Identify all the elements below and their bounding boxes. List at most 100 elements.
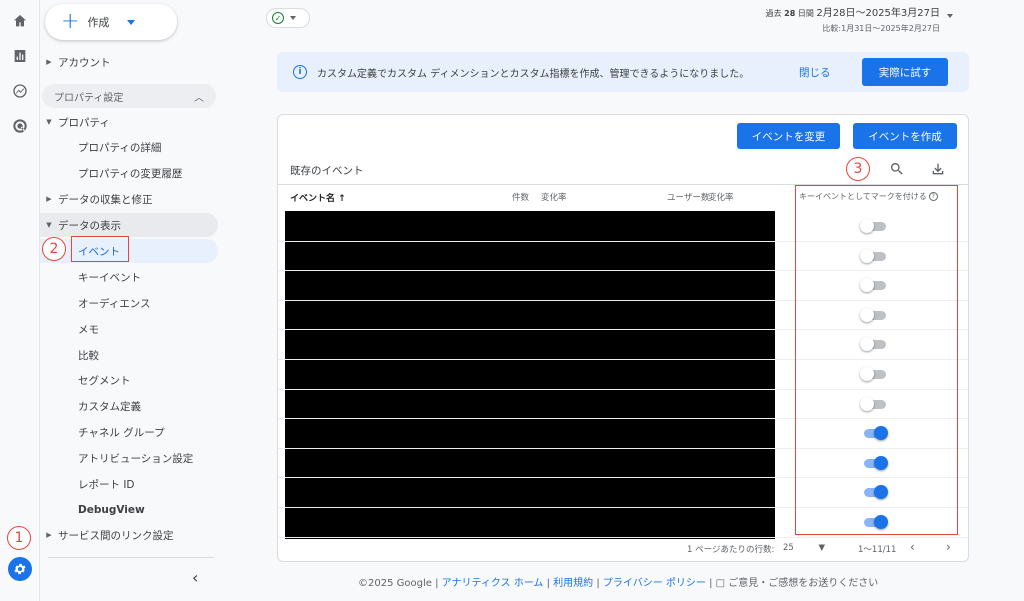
sidebar-item-account[interactable]: ▶ アカウント xyxy=(40,50,218,74)
rows-per-page-label: 1 ページあたりの行数: xyxy=(687,545,775,555)
sidebar-item-service-links[interactable]: ▶ サービス間のリンク設定 xyxy=(40,523,218,547)
sidebar-item-report-id[interactable]: レポート ID xyxy=(40,472,218,496)
sidebar-item-label: セグメント xyxy=(78,374,131,387)
rows-per-page-value: 25 xyxy=(783,543,794,553)
sidebar-item-custom-definitions[interactable]: カスタム定義 xyxy=(40,394,218,418)
pagination-range: 1～11/11 xyxy=(858,545,897,555)
chevron-down-icon xyxy=(290,16,296,20)
date-range-picker[interactable]: 過去 28 日間 2月28日～2025年3月27日 比較:1月31日～2025年… xyxy=(766,4,940,34)
create-button[interactable]: + 作成 xyxy=(45,4,177,40)
search-icon[interactable] xyxy=(889,161,907,179)
chevron-up-icon: ︿ xyxy=(194,92,204,104)
highlight-box-events xyxy=(71,236,129,262)
banner-close-button[interactable]: 閉じる xyxy=(799,65,831,80)
section-label: プロパティ設定 xyxy=(54,92,124,104)
feedback-label: ご意見・ご感想をお送りください xyxy=(728,578,879,589)
date-range: 2月28日～2025年3月27日 xyxy=(816,8,940,19)
sidebar-item-debugview[interactable]: DebugView xyxy=(40,498,218,522)
sidebar-item-events[interactable]: イベント xyxy=(40,239,218,263)
comparison-chip[interactable]: ✓ xyxy=(266,8,310,28)
try-it-button[interactable]: 実際に試す xyxy=(862,58,948,86)
date-days: 28 xyxy=(784,9,796,18)
previous-page-icon[interactable]: ‹ xyxy=(910,540,915,554)
sidebar-item-label: データの収集と修正 xyxy=(58,193,153,206)
expand-icon: ▶ xyxy=(46,58,52,66)
copyright: ©2025 Google | xyxy=(358,578,439,589)
home-icon[interactable] xyxy=(11,12,29,30)
info-banner: i カスタム定義でカスタム ディメンションとカスタム指標を作成、管理できるように… xyxy=(277,52,969,92)
redacted-area xyxy=(285,211,775,539)
sidebar-item-key-events[interactable]: キーイベント xyxy=(40,265,218,289)
terms-link[interactable]: 利用規約 xyxy=(553,578,593,589)
column-header-change-rate[interactable]: 変化率 xyxy=(541,191,567,203)
sidebar-item-label: プロパティ xyxy=(58,116,110,129)
sidebar-item-audiences[interactable]: オーディエンス xyxy=(40,291,218,315)
compare-range: 比較:1月31日～2025年2月27日 xyxy=(822,24,940,33)
sidebar-item-notes[interactable]: メモ xyxy=(40,317,218,341)
modify-event-button[interactable]: イベントを変更 xyxy=(737,123,840,149)
divider xyxy=(48,557,214,558)
sidebar-item-label: アトリビューション設定 xyxy=(78,452,194,465)
expand-icon: ▶ xyxy=(46,195,52,203)
property-settings-header[interactable]: プロパティ設定 ︿ xyxy=(42,84,216,108)
card-title: 既存のイベント xyxy=(290,165,364,177)
collapse-icon: ▼ xyxy=(46,221,52,229)
sidebar-item-property-details[interactable]: プロパティの詳細 xyxy=(40,135,218,159)
feedback-link[interactable]: □ ご意見・ご感想をお送りください xyxy=(716,578,879,589)
next-page-icon[interactable]: › xyxy=(946,540,951,554)
rows-per-page-select[interactable]: 25 ▼ xyxy=(783,543,825,553)
column-header-count[interactable]: 件数 xyxy=(512,191,529,203)
privacy-link[interactable]: プライバシー ポリシー xyxy=(603,578,706,589)
sidebar-item-comparison[interactable]: 比較 xyxy=(40,343,218,367)
sidebar-item-label: アカウント xyxy=(58,56,111,69)
banner-message: カスタム定義でカスタム ディメンションとカスタム指標を作成、管理できるようになり… xyxy=(317,68,750,80)
sidebar-item-label: DebugView xyxy=(78,504,145,516)
sidebar-item-label: プロパティの変更履歴 xyxy=(78,167,183,180)
sidebar-item-label: カスタム定義 xyxy=(78,400,141,413)
sidebar: + 作成 ▶ アカウント プロパティ設定 ︿ ▼ プロパティ プロパティの詳細 … xyxy=(40,0,224,601)
date-prefix: 過去 xyxy=(765,9,782,18)
download-icon[interactable] xyxy=(930,161,948,179)
sidebar-item-label: サービス間のリンク設定 xyxy=(58,529,174,542)
date-unit: 日間 xyxy=(797,9,814,18)
info-icon: i xyxy=(293,65,307,79)
create-event-button[interactable]: イベントを作成 xyxy=(853,123,957,149)
gear-icon[interactable] xyxy=(8,557,32,581)
sidebar-item-label: データの表示 xyxy=(58,219,121,232)
annotation-3: 3 xyxy=(846,157,870,181)
sidebar-item-segments[interactable]: セグメント xyxy=(40,368,218,392)
collapse-sidebar-icon[interactable]: ‹ xyxy=(192,568,198,587)
sidebar-item-label: プロパティの詳細 xyxy=(78,141,162,154)
column-header-event-name[interactable]: イベント名 ↑ xyxy=(290,191,346,204)
separator: | xyxy=(709,578,713,589)
sidebar-item-label: メモ xyxy=(78,323,99,336)
plus-icon: + xyxy=(61,9,80,34)
reports-icon[interactable] xyxy=(11,47,29,65)
sidebar-item-label: レポート ID xyxy=(78,478,135,491)
table-row-divider xyxy=(278,537,968,538)
analytics-home-link[interactable]: アナリティクス ホーム xyxy=(442,578,544,589)
sidebar-item-data-display[interactable]: ▼ データの表示 xyxy=(40,213,218,237)
chevron-down-icon: ▼ xyxy=(818,543,826,553)
column-header-change-rate[interactable]: 変化率 xyxy=(708,191,734,203)
create-label: 作成 xyxy=(87,16,110,29)
sidebar-item-property-history[interactable]: プロパティの変更履歴 xyxy=(40,161,218,185)
chevron-down-icon xyxy=(127,19,136,25)
column-header-users[interactable]: ユーザー数 xyxy=(667,191,709,203)
chevron-down-icon[interactable] xyxy=(947,14,953,18)
sidebar-item-channel-groups[interactable]: チャネル グループ xyxy=(40,420,218,444)
sidebar-item-label: オーディエンス xyxy=(78,297,151,310)
annotation-2: 2 xyxy=(42,237,66,261)
sidebar-item-data-collection[interactable]: ▶ データの収集と修正 xyxy=(40,187,218,211)
sidebar-item-attribution[interactable]: アトリビューション設定 xyxy=(40,446,218,470)
left-rail xyxy=(0,0,40,601)
check-circle-icon: ✓ xyxy=(272,12,284,24)
highlight-box-key-event xyxy=(795,185,958,535)
annotation-1: 1 xyxy=(7,526,31,550)
explore-icon[interactable] xyxy=(11,82,29,100)
advertising-icon[interactable] xyxy=(11,117,29,135)
sidebar-item-property[interactable]: ▼ プロパティ xyxy=(40,110,218,134)
footer: ©2025 Google | アナリティクス ホーム | 利用規約 | プライバ… xyxy=(358,574,878,589)
events-card: イベントを変更 イベントを作成 既存のイベント イベント名 ↑ 件数 変化率 ユ… xyxy=(277,114,969,562)
sidebar-item-label: 比較 xyxy=(78,349,99,362)
